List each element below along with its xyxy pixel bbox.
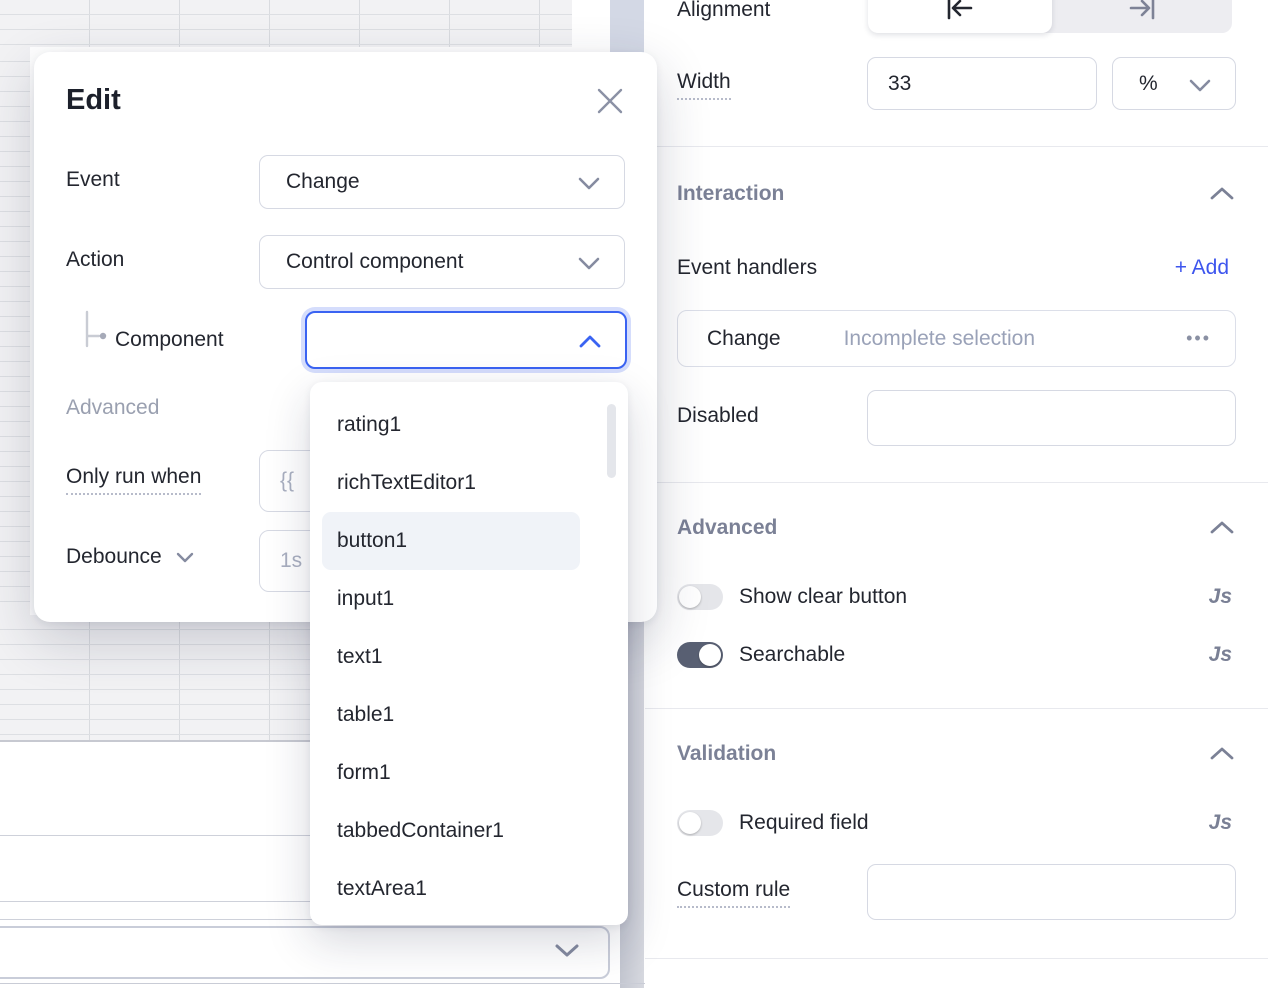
event-handler-row[interactable]: Change Incomplete selection •••	[677, 310, 1236, 367]
disabled-label: Disabled	[677, 404, 759, 428]
searchable-toggle[interactable]	[677, 642, 723, 668]
component-select[interactable]	[305, 311, 627, 369]
dropdown-item[interactable]: richTextEditor1	[322, 454, 580, 512]
js-toggle-badge[interactable]: Js	[1209, 811, 1232, 835]
js-toggle-badge[interactable]: Js	[1209, 585, 1232, 609]
chevron-down-icon	[554, 943, 580, 959]
section-divider	[645, 958, 1268, 959]
disabled-input[interactable]	[867, 390, 1236, 446]
align-right-icon	[1128, 0, 1158, 20]
required-field-toggle[interactable]	[677, 810, 723, 836]
section-divider	[645, 482, 1268, 483]
modal-title: Edit	[66, 84, 121, 117]
component-label: Component	[115, 328, 224, 352]
alignment-label: Alignment	[677, 0, 770, 22]
js-toggle-badge[interactable]: Js	[1209, 643, 1232, 667]
align-right-button[interactable]	[1052, 0, 1232, 33]
width-label: Width	[677, 70, 731, 94]
chevron-up-icon	[1210, 746, 1234, 760]
show-clear-button-label: Show clear button	[739, 585, 907, 609]
chevron-down-icon	[1189, 79, 1211, 92]
inspector-panel: Alignment Width % Interaction	[645, 0, 1268, 988]
chevron-down-icon	[578, 177, 600, 190]
validation-header: Validation	[677, 742, 776, 766]
action-select[interactable]: Control component	[259, 235, 625, 289]
event-handlers-label: Event handlers	[677, 256, 817, 280]
spreadsheet-grid	[0, 47, 30, 622]
dropdown-item[interactable]: tabbedContainer1	[322, 802, 580, 860]
chevron-down-icon	[578, 257, 600, 270]
selected-column-strip	[610, 0, 644, 53]
dropdown-item[interactable]: form1	[322, 744, 580, 802]
close-button[interactable]	[595, 86, 627, 118]
action-label: Action	[66, 248, 124, 272]
handler-status: Incomplete selection	[844, 327, 1035, 351]
show-clear-button-toggle[interactable]	[677, 584, 723, 610]
interaction-header: Interaction	[677, 182, 784, 206]
width-unit-select[interactable]: %	[1112, 57, 1236, 110]
chevron-up-icon	[579, 335, 601, 348]
chevron-down-icon	[176, 552, 194, 563]
only-run-when-label: Only run when	[66, 465, 201, 489]
advanced-collapse-button[interactable]	[1210, 520, 1234, 544]
interaction-collapse-button[interactable]	[1210, 186, 1234, 210]
chevron-up-icon	[1210, 186, 1234, 200]
close-icon	[595, 86, 625, 116]
dropdown-item[interactable]: textArea1	[322, 860, 580, 918]
dropdown-scrollbar[interactable]	[607, 404, 616, 478]
width-unit-value: %	[1113, 72, 1158, 96]
action-select-value: Control component	[260, 250, 463, 274]
component-dropdown: rating1 richTextEditor1 button1 input1 t…	[310, 382, 628, 925]
section-divider	[645, 708, 1268, 709]
custom-rule-label: Custom rule	[677, 878, 790, 902]
canvas-select-widget[interactable]	[0, 926, 610, 979]
custom-rule-input[interactable]	[867, 864, 1236, 920]
align-left-icon	[944, 0, 974, 20]
align-left-button[interactable]	[868, 0, 1052, 33]
chevron-up-icon	[1210, 520, 1234, 534]
event-select[interactable]: Change	[259, 155, 625, 209]
event-select-value: Change	[260, 170, 360, 194]
validation-collapse-button[interactable]	[1210, 746, 1234, 770]
searchable-label: Searchable	[739, 643, 845, 667]
section-divider	[645, 146, 1268, 147]
tree-branch-icon	[82, 310, 110, 358]
add-event-handler-button[interactable]: + Add	[1175, 256, 1229, 280]
alignment-segmented-control	[868, 0, 1232, 33]
canvas-divider	[0, 983, 645, 984]
dropdown-item[interactable]: table1	[322, 686, 580, 744]
event-label: Event	[66, 168, 120, 192]
more-icon[interactable]: •••	[1186, 328, 1211, 349]
debounce-label[interactable]: Debounce	[66, 545, 194, 569]
advanced-section-label: Advanced	[66, 396, 159, 420]
spreadsheet-grid	[0, 0, 572, 47]
dropdown-item[interactable]: rating1	[322, 396, 580, 454]
width-input[interactable]	[867, 57, 1097, 110]
dropdown-item[interactable]: input1	[322, 570, 580, 628]
advanced-header: Advanced	[677, 516, 777, 540]
required-field-label: Required field	[739, 811, 869, 835]
dropdown-item[interactable]: text1	[322, 628, 580, 686]
handler-event: Change	[707, 327, 781, 351]
dropdown-item[interactable]: button1	[322, 512, 580, 570]
